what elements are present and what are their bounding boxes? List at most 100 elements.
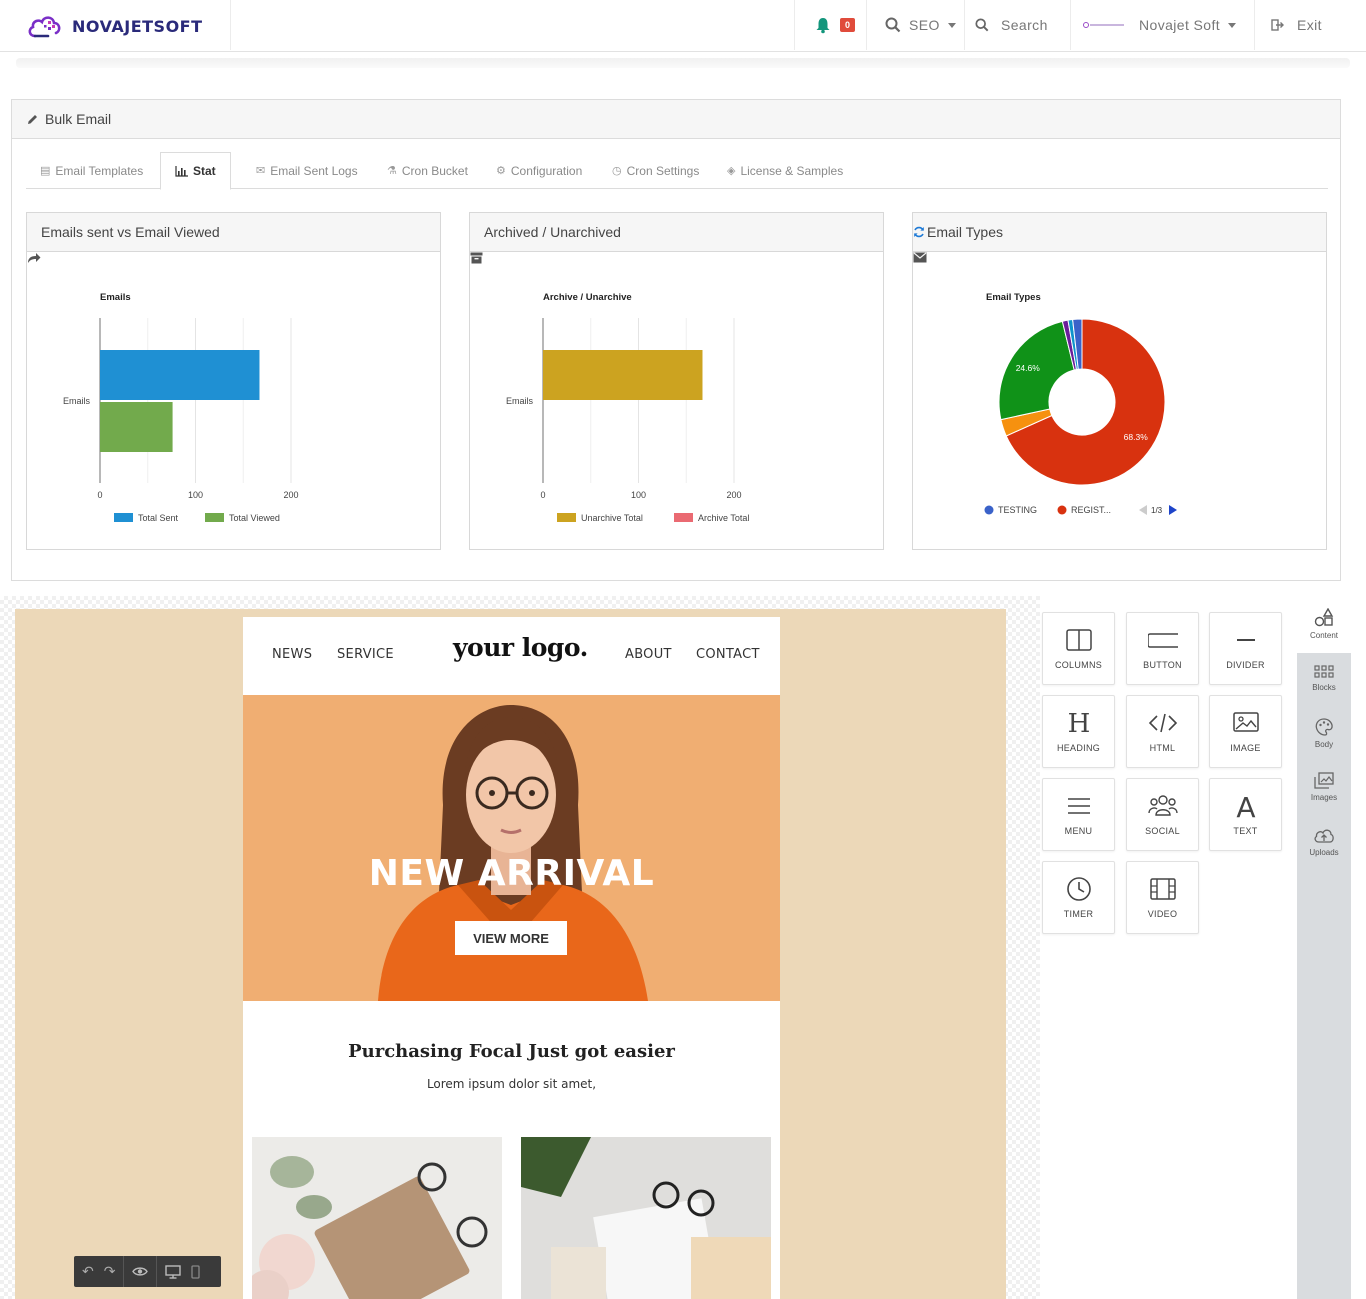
tab-stat[interactable]: Stat [160,152,231,190]
tab-configuration[interactable]: ⚙ Configuration [482,152,596,189]
eye-icon [132,1267,149,1276]
tool-text[interactable]: A TEXT [1209,778,1282,851]
mobile-icon[interactable] [191,1264,201,1279]
archived-unarchived-card: Archived / Unarchived Archive / Unarchiv… [469,212,884,550]
tool-button[interactable]: BUTTON [1126,612,1199,685]
side-tab-blocks[interactable]: Blocks [1297,664,1351,692]
email-types-donut-chart: Email Types 68.3% 24.6% TESTING REGIST... 1/3 [984,292,1177,515]
brand-logo[interactable]: NOVAJETSOFT [26,10,203,42]
button-icon [1148,633,1178,648]
side-tab-label: Blocks [1312,683,1336,692]
tool-label: MENU [1064,826,1093,836]
notebook-glasses-image [521,1137,771,1299]
emails-sent-vs-viewed-card: Emails sent vs Email Viewed Emails Emails… [26,212,441,550]
exit-label: Exit [1297,17,1322,33]
tab-cron-bucket[interactable]: ⚗ Cron Bucket [373,152,482,189]
side-tabs-background [1297,653,1351,1299]
legend-swatch [557,513,576,522]
tool-label: VIDEO [1147,909,1178,919]
tool-html[interactable]: HTML [1126,695,1199,768]
email-types-card: Email Types Email Types 68.3% 24.6% TESTING… [912,212,1327,550]
legend-label: TESTING [998,505,1037,515]
legend-swatch [114,513,133,522]
view-more-button[interactable]: VIEW MORE [455,921,567,955]
tool-video[interactable]: VIDEO [1126,861,1199,934]
email-template-preview[interactable]: NEWS SERVICE your logo. ABOUT CONTACT NE… [243,617,780,1299]
tool-columns[interactable]: COLUMNS [1042,612,1115,685]
card-header: Archived / Unarchived [470,213,883,264]
exit-button[interactable]: Exit [1271,0,1322,50]
tool-social[interactable]: SOCIAL [1126,778,1199,851]
sign-out-icon [1271,19,1284,31]
legend-swatch [674,513,693,522]
notification-button[interactable]: 0 [814,0,856,50]
side-tab-label: Content [1309,631,1339,640]
product-photo-left [252,1137,502,1299]
hero-title: NEW ARRIVAL [368,853,655,894]
tab-email-templates[interactable]: ▤ Email Templates [26,152,157,189]
emails-bar-chart: Emails Emails 0 100 200 Total Sent Total Viewe… [63,292,299,523]
tab-license-samples[interactable]: ◈ License & Samples [713,152,857,189]
nav-divider [1254,0,1255,50]
caret-down-icon [1228,22,1237,28]
user-menu-dropdown[interactable]: Novajet Soft [1083,0,1237,50]
chart-title: Emails [100,292,131,303]
grid-icon [1314,665,1334,678]
email-header: NEWS SERVICE your logo. ABOUT CONTACT [243,617,780,695]
tool-heading[interactable]: H HEADING [1042,695,1115,768]
legend-label: REGIST... [1071,505,1111,515]
tool-label: TEXT [1233,826,1258,836]
side-tab-uploads[interactable]: Uploads [1297,827,1351,857]
tool-image[interactable]: IMAGE [1209,695,1282,768]
envelope-icon: ✉ [256,165,266,177]
panel-header: Bulk Email [12,100,1340,139]
hero-banner: NEW ARRIVAL VIEW MORE [243,695,780,1001]
preview-button[interactable] [124,1256,158,1287]
tool-label: HEADING [1056,743,1101,753]
tool-timer[interactable]: TIMER [1042,861,1115,934]
undo-icon[interactable]: ↶ [82,1263,94,1280]
palette-icon [1315,718,1333,736]
side-tab-content[interactable]: Content [1297,608,1351,640]
tool-menu[interactable]: MENU [1042,778,1115,851]
tab-label: Configuration [510,163,583,178]
card-title: Emails sent vs Email Viewed [41,224,220,240]
tab-email-sent-logs[interactable]: ✉ Email Sent Logs [242,152,372,189]
bar-chart-icon [175,165,188,177]
user-name: Novajet Soft [1139,17,1221,33]
tab-cron-settings[interactable]: ◷ Cron Settings [598,152,713,189]
brand-name: NOVAJETSOFT [72,16,203,36]
images-icon [1314,772,1334,789]
tag-icon: ◈ [727,165,736,177]
archive-bar-chart: Archive / Unarchive Emails 0 100 200 Unarchiv… [506,292,749,523]
bell-icon [816,18,830,34]
x-tick-label: 0 [540,490,545,500]
seo-label: SEO [909,17,940,33]
desktop-icon[interactable] [165,1264,182,1279]
slice-data-label: 68.3% [1124,432,1149,442]
nav-divider [866,0,867,50]
chart-title: Archive / Unarchive [543,292,632,303]
search-icon [975,18,989,32]
seo-dropdown[interactable]: SEO [885,0,956,50]
card-header: Email Types [913,213,1326,263]
nav-divider [1070,0,1071,50]
product-photo-right [521,1137,771,1299]
nav-divider [794,0,795,50]
caret-down-icon [947,22,956,28]
list-icon: ▤ [40,165,51,177]
redo-icon[interactable]: ↷ [104,1263,116,1280]
email-nav-contact: CONTACT [696,647,760,662]
email-nav-news: NEWS [272,647,313,662]
tool-divider[interactable]: DIVIDER [1209,612,1282,685]
cloud-upload-icon [1314,829,1334,843]
notification-count-badge: 0 [840,18,856,32]
category-label: Emails [63,396,91,406]
tab-label: Cron Settings [626,163,700,178]
refresh-icon[interactable] [913,226,925,238]
side-tab-images[interactable]: Images [1297,772,1351,802]
search-icon [885,17,901,33]
side-tab-body[interactable]: Body [1297,717,1351,749]
search-button[interactable]: Search [975,0,1048,50]
bar-total-viewed [100,402,173,452]
